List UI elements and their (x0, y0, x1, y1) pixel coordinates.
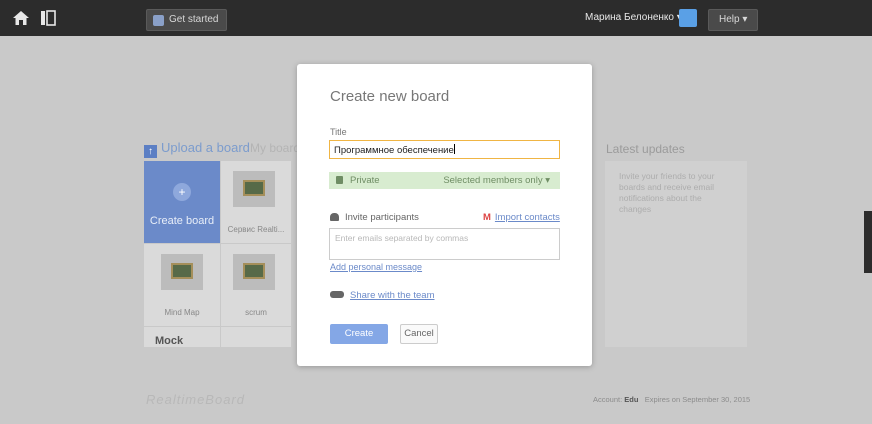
upload-board-link[interactable]: ↑ Upload a board (144, 140, 250, 158)
privacy-label: Private (350, 175, 380, 186)
home-icon[interactable] (12, 9, 30, 27)
account-name: Edu (624, 395, 639, 404)
title-input-value: Программное обеспечение (334, 145, 454, 156)
import-contacts-link[interactable]: M Import contacts (483, 212, 560, 223)
board-tile[interactable] (221, 327, 291, 347)
board-tile[interactable]: scrum (221, 244, 291, 326)
account-expiry: Expires on September 30, 2015 (644, 395, 751, 404)
create-button[interactable]: Create (330, 324, 388, 344)
board-caption: Сервис Realti... (227, 225, 285, 234)
invite-participants-label: Invite participants (330, 212, 419, 223)
dialog-title: Create new board (330, 88, 450, 105)
latest-updates-title: Latest updates (606, 142, 685, 156)
lock-icon (336, 176, 343, 184)
board-mock-label: Mock (155, 335, 184, 347)
privacy-selector[interactable]: Private Selected members only ▾ (329, 172, 560, 189)
help-button[interactable]: Help ▾ (708, 9, 759, 31)
account-info: Account: Edu Expires on September 30, 20… (593, 395, 750, 404)
privacy-dropdown[interactable]: Selected members only ▾ (443, 175, 550, 186)
person-icon (330, 213, 339, 221)
cancel-button[interactable]: Cancel (400, 324, 438, 344)
board-tile[interactable]: Mock (144, 327, 220, 347)
add-personal-message-link[interactable]: Add personal message (330, 262, 422, 272)
upload-icon: ↑ (144, 145, 157, 158)
user-menu[interactable]: Марина Белоненко ▾ (585, 12, 682, 23)
board-thumbnail (161, 254, 203, 290)
latest-updates-panel: Invite your friends to your boards and r… (605, 161, 747, 347)
my-boards-tab[interactable]: My board (250, 141, 300, 155)
layout-toggle-icon[interactable] (40, 9, 56, 27)
board-thumbnail (233, 171, 275, 207)
gmail-icon: M (483, 212, 491, 223)
share-with-team-link[interactable]: Share with the team (330, 290, 435, 301)
footer-logo: RealtimeBoard (146, 392, 245, 407)
board-tile[interactable]: Mind Map (144, 244, 220, 326)
create-board-tile[interactable]: + Create board (144, 161, 220, 243)
board-thumbnail (233, 254, 275, 290)
feedback-side-tab[interactable] (864, 211, 872, 273)
create-board-dialog: Create new board Title Программное обесп… (297, 64, 592, 366)
get-started-label: Get started (169, 14, 219, 25)
title-input[interactable]: Программное обеспечение (329, 140, 560, 159)
board-caption: scrum (245, 308, 267, 317)
plus-icon: + (173, 183, 191, 201)
get-started-button[interactable]: Get started (146, 9, 228, 31)
check-icon (153, 15, 164, 26)
avatar[interactable] (679, 9, 697, 27)
emails-input[interactable]: Enter emails separated by commas (329, 228, 560, 260)
title-label: Title (330, 127, 347, 137)
board-tile[interactable]: Сервис Realti... (221, 161, 291, 243)
create-board-label: Create board (149, 215, 215, 227)
account-prefix: Account: (593, 395, 623, 404)
board-caption: Mind Map (164, 308, 200, 317)
upload-board-label: Upload a board (161, 140, 250, 155)
top-bar: Get started Марина Белоненко ▾ Help ▾ (0, 0, 872, 36)
latest-updates-text: Invite your friends to your boards and r… (619, 171, 715, 214)
team-icon (330, 291, 344, 298)
